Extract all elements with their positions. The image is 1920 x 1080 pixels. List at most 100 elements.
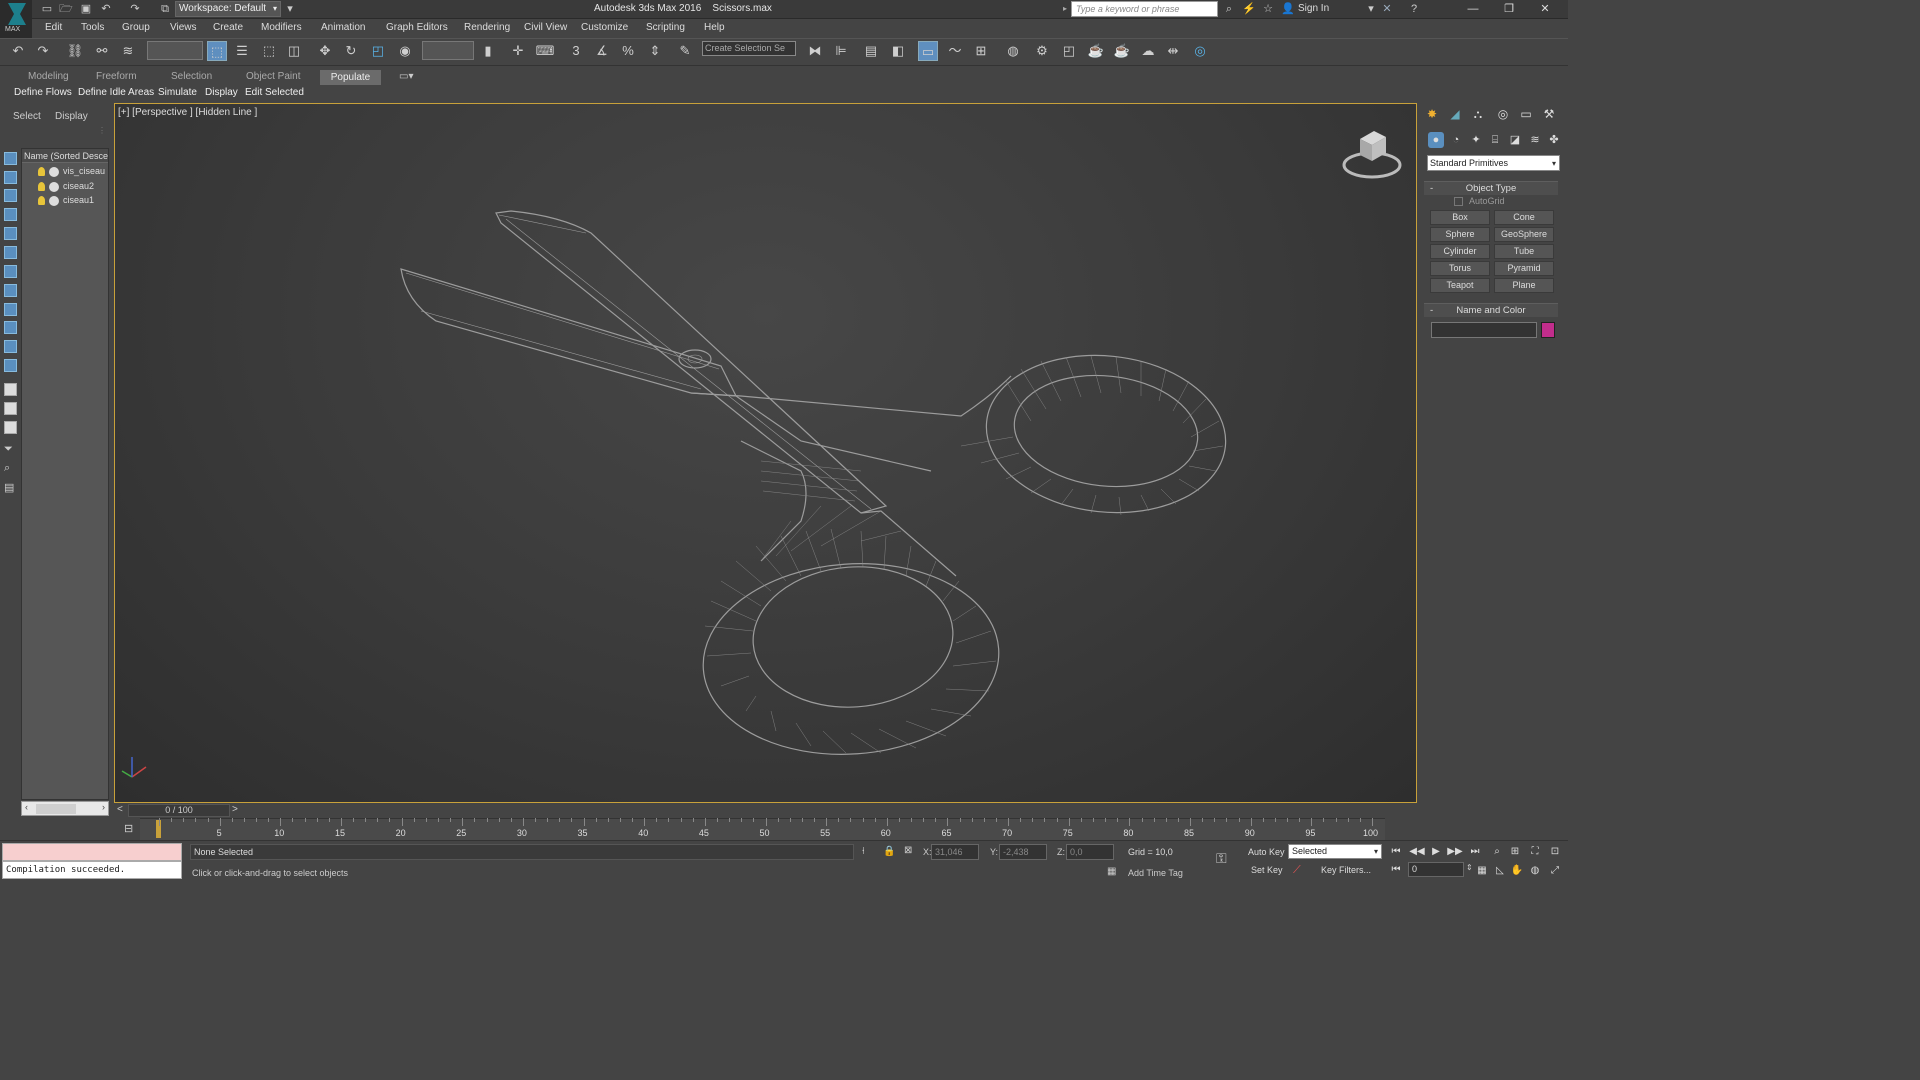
- systems-category-icon[interactable]: ✤: [1546, 132, 1562, 148]
- add-time-tag-button[interactable]: Add Time Tag: [1128, 868, 1183, 878]
- orbit-icon[interactable]: ◍: [1528, 864, 1542, 878]
- cameras-category-icon[interactable]: ⌸: [1487, 132, 1503, 148]
- key-tangent-icon[interactable]: ⟋: [1293, 864, 1301, 877]
- maxscript-listener-output[interactable]: Compilation succeeded.: [2, 861, 182, 879]
- menu-create[interactable]: Create: [213, 22, 243, 33]
- time-slider-thumb[interactable]: 0 / 100: [128, 804, 230, 817]
- field-of-view-icon[interactable]: ◺: [1493, 864, 1507, 878]
- layer-explorer-icon[interactable]: ◧: [888, 41, 908, 61]
- help-icon[interactable]: ?: [1407, 2, 1421, 16]
- menu-rendering[interactable]: Rendering: [464, 22, 510, 33]
- absolute-mode-icon[interactable]: ⊠: [904, 845, 912, 856]
- ribbon-options-icon[interactable]: ▭▾: [399, 71, 413, 82]
- menu-animation[interactable]: Animation: [321, 22, 365, 33]
- maximize-viewport-icon[interactable]: ⤢: [1548, 864, 1562, 878]
- selection-filter-dropdown[interactable]: [147, 41, 203, 60]
- maxscript-listener-input[interactable]: [2, 843, 182, 861]
- scrollbar-thumb[interactable]: [36, 804, 76, 814]
- scene-explorer-tab-select[interactable]: Select: [13, 111, 41, 122]
- viewcube-icon[interactable]: [1340, 125, 1404, 185]
- project-folder-icon[interactable]: ⧉: [158, 2, 172, 16]
- save-file-icon[interactable]: ▣: [79, 2, 93, 16]
- filter-lights-icon[interactable]: [4, 189, 17, 202]
- restore-button[interactable]: ❐: [1492, 0, 1526, 18]
- create-tab-icon[interactable]: ✸: [1423, 106, 1441, 122]
- render-iterative-icon[interactable]: ☕: [1112, 41, 1132, 61]
- search-input[interactable]: Type a keyword or phrase: [1071, 1, 1218, 17]
- ribbon-tab-object-paint[interactable]: Object Paint: [246, 71, 300, 82]
- isolate-selection-icon[interactable]: ⍿: [862, 846, 865, 857]
- time-next-icon[interactable]: >: [232, 804, 238, 815]
- light-bulb-icon[interactable]: [38, 182, 45, 192]
- geosphere-button[interactable]: GeoSphere: [1494, 227, 1554, 242]
- zoom-all-icon[interactable]: ⊞: [1508, 845, 1522, 859]
- helpers-category-icon[interactable]: ◪: [1507, 132, 1523, 148]
- auto-key-button[interactable]: Auto Key: [1248, 847, 1285, 857]
- filter-containers-icon[interactable]: [4, 321, 17, 334]
- filter-geometry-icon[interactable]: [4, 152, 17, 165]
- select-by-name-icon[interactable]: ☰: [232, 41, 252, 61]
- rectangular-selection-region-icon[interactable]: ⬚: [259, 41, 279, 61]
- sign-in-button[interactable]: Sign In: [1298, 3, 1329, 14]
- edit-named-selection-icon[interactable]: ✎: [675, 41, 695, 61]
- ribbon-tab-populate[interactable]: Populate: [320, 70, 381, 85]
- menu-tools[interactable]: Tools: [81, 22, 104, 33]
- select-and-scale-icon[interactable]: ◰: [368, 41, 388, 61]
- filter-bones-icon[interactable]: [4, 303, 17, 316]
- plane-button[interactable]: Plane: [1494, 278, 1554, 293]
- primitive-category-dropdown[interactable]: Standard Primitives ▾: [1427, 155, 1560, 171]
- name-column-header[interactable]: Name (Sorted Descending): [22, 149, 108, 163]
- selection-lock-icon[interactable]: 🔒: [883, 846, 895, 857]
- filter-shapes-icon[interactable]: [4, 171, 17, 184]
- list-item[interactable]: ciseau1: [38, 195, 94, 209]
- time-configuration-icon[interactable]: ▦: [1475, 864, 1489, 878]
- mini-curve-editor-icon[interactable]: ⊟: [124, 822, 133, 835]
- next-frame-icon[interactable]: ▶▶: [1447, 845, 1463, 859]
- menu-group[interactable]: Group: [122, 22, 150, 33]
- hierarchy-tab-icon[interactable]: ⛬: [1469, 106, 1487, 122]
- menu-views[interactable]: Views: [170, 22, 197, 33]
- display-invert-icon[interactable]: [4, 421, 17, 434]
- binoculars-icon[interactable]: ⌕: [1222, 2, 1236, 16]
- scroll-left-icon[interactable]: ‹: [25, 802, 28, 812]
- motion-tab-icon[interactable]: ◎: [1494, 106, 1512, 122]
- shapes-category-icon[interactable]: ◔: [1448, 132, 1464, 148]
- window-crossing-icon[interactable]: ◫: [284, 41, 304, 61]
- teapot-button[interactable]: Teapot: [1430, 278, 1490, 293]
- display-tab-icon[interactable]: ▭: [1517, 106, 1535, 122]
- object-color-swatch[interactable]: [1541, 322, 1555, 338]
- y-coord-field[interactable]: -2,438: [999, 844, 1047, 860]
- zoom-extents-all-icon[interactable]: ⊡: [1548, 845, 1562, 859]
- percent-snap-icon[interactable]: %: [618, 41, 638, 61]
- customize-qat-icon[interactable]: ▾: [283, 2, 297, 16]
- undo-icon[interactable]: ↶: [99, 2, 113, 16]
- undo-icon[interactable]: ↶: [8, 41, 28, 61]
- open-file-icon[interactable]: 🗁: [59, 2, 73, 16]
- time-prev-icon[interactable]: <: [117, 804, 123, 815]
- set-keys-key-icon[interactable]: ⚿: [1216, 850, 1227, 867]
- go-to-end-icon[interactable]: ⏭: [1467, 845, 1483, 859]
- menu-modifiers[interactable]: Modifiers: [261, 22, 302, 33]
- menu-edit[interactable]: Edit: [45, 22, 62, 33]
- scene-explorer-toggle-icon[interactable]: ▤: [861, 41, 881, 61]
- light-bulb-icon[interactable]: [38, 196, 45, 206]
- perspective-viewport[interactable]: [114, 103, 1417, 803]
- new-file-icon[interactable]: ▭: [40, 2, 54, 16]
- a360-gallery-icon[interactable]: ◎: [1190, 41, 1210, 61]
- torus-button[interactable]: Torus: [1430, 261, 1490, 276]
- display-none-icon[interactable]: [4, 402, 17, 415]
- key-mode-toggle-icon[interactable]: ⏮: [1388, 863, 1404, 877]
- simulate-button[interactable]: Simulate: [158, 87, 197, 98]
- display-all-icon[interactable]: [4, 383, 17, 396]
- app-menu-button[interactable]: MAX: [0, 0, 32, 38]
- space-warps-category-icon[interactable]: ≋: [1527, 132, 1543, 148]
- unlink-selection-icon[interactable]: ⚯: [92, 41, 112, 61]
- key-filters-button[interactable]: Key Filters...: [1321, 865, 1371, 875]
- horizontal-scrollbar[interactable]: ‹ ›: [21, 801, 109, 816]
- object-name-field[interactable]: [1431, 322, 1537, 338]
- select-object-icon[interactable]: ⬚: [207, 41, 227, 61]
- minimize-button[interactable]: —: [1456, 0, 1490, 18]
- schematic-view-icon[interactable]: ⊞: [971, 41, 991, 61]
- utilities-tab-icon[interactable]: ⚒: [1540, 106, 1558, 122]
- exchange-apps-icon[interactable]: ✕: [1380, 2, 1394, 16]
